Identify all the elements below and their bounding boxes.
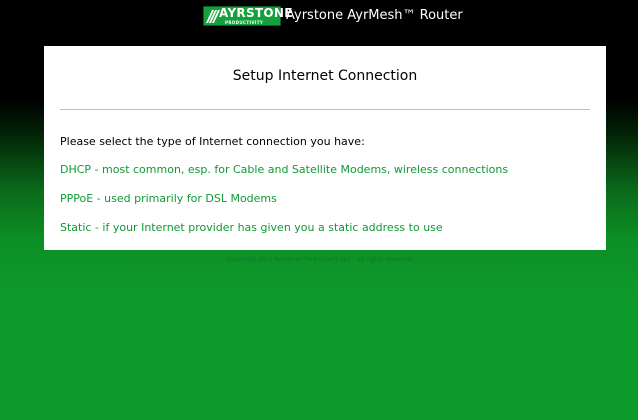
dhcp-option-link[interactable]: DHCP - most common, esp. for Cable and S… <box>60 163 508 176</box>
setup-panel: Setup Internet Connection Please select … <box>44 46 606 250</box>
logo-tagline: PRODUCTIVITY <box>225 20 264 25</box>
header-bar: AYRSTONE PRODUCTIVITY Ayrstone AyrMesh™ … <box>0 0 638 36</box>
logo-stripes-icon <box>206 10 220 23</box>
page-title: Setup Internet Connection <box>232 68 418 84</box>
connection-type-prompt: Please select the type of Internet conne… <box>60 135 365 148</box>
divider <box>60 109 590 110</box>
logo-wordmark: AYRSTONE <box>219 6 293 20</box>
copyright-text: Copyright 2011 Ayrstone Productivity LLC… <box>226 256 412 263</box>
pppoe-option-link[interactable]: PPPoE - used primarily for DSL Modems <box>60 192 277 205</box>
static-option-link[interactable]: Static - if your Internet provider has g… <box>60 221 443 234</box>
ayrstone-logo: AYRSTONE PRODUCTIVITY <box>203 6 292 26</box>
app-title: Ayrstone AyrMesh™ Router <box>286 8 463 23</box>
